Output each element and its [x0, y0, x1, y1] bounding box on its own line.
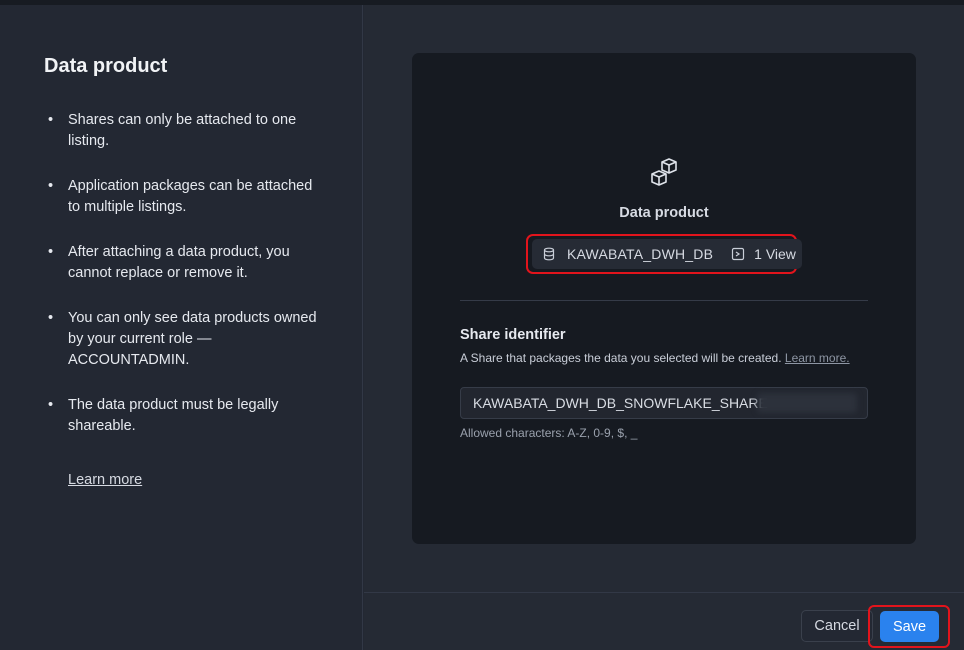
view-icon: [732, 247, 745, 261]
dialog-footer: Cancel Save: [364, 592, 964, 650]
redacted-suffix: [757, 393, 857, 413]
info-bullet: • Shares can only be attached to one list…: [48, 112, 297, 149]
info-bullet-list: • Shares can only be attached to one list…: [48, 110, 318, 461]
info-panel: Data product • Shares can only be attache…: [0, 5, 363, 650]
database-name: KAWABATA_DWH_DB: [567, 246, 714, 262]
save-highlight: Save: [868, 605, 950, 648]
share-identifier-label: Share identifier: [460, 327, 566, 343]
content-panel: Data product KAWABATA_DWH_DB 1 View Shar…: [364, 5, 964, 650]
panel-title: Data product: [44, 55, 168, 77]
save-button[interactable]: Save: [880, 611, 939, 642]
share-description: A Share that packages the data you selec…: [460, 351, 850, 365]
selected-product-chip[interactable]: KAWABATA_DWH_DB 1 View: [532, 239, 802, 269]
data-product-card: Data product KAWABATA_DWH_DB 1 View Shar…: [412, 53, 916, 544]
divider: [460, 300, 868, 301]
info-bullet: • Application packages can be attached to…: [48, 178, 313, 215]
info-bullet: • You can only see data products owned by…: [48, 310, 317, 368]
info-bullet: • After attaching a data product, you can…: [48, 244, 290, 281]
selected-product-highlight: KAWABATA_DWH_DB 1 View: [526, 234, 802, 274]
info-bullet: • The data product must be legally sharea…: [48, 397, 279, 434]
learn-more-link[interactable]: Learn more: [68, 472, 142, 488]
view-count: 1 View: [754, 246, 796, 262]
cancel-button[interactable]: Cancel: [801, 610, 873, 642]
data-product-cubes-icon: [651, 158, 677, 186]
allowed-characters-hint: Allowed characters: A-Z, 0-9, $, _: [460, 426, 638, 440]
data-product-label: Data product: [619, 205, 709, 221]
database-icon: [543, 247, 555, 261]
share-learn-more-link[interactable]: Learn more.: [785, 351, 850, 365]
